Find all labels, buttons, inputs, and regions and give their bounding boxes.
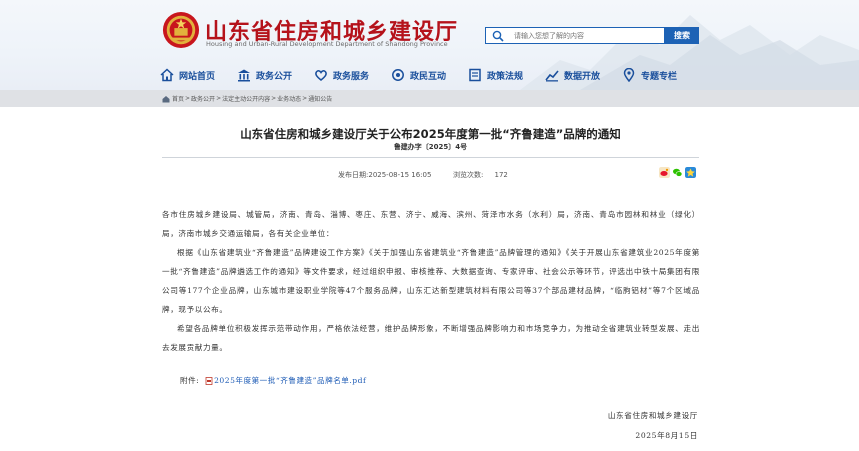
pin-icon (623, 68, 635, 82)
nav-label: 政民互动 (410, 71, 447, 82)
nav-item-interaction[interactable]: 政民互动 (391, 66, 446, 84)
nav-item-gov-services[interactable]: 政务服务 (314, 66, 369, 84)
attachment-link[interactable]: 2025年度第一批“齐鲁建造”品牌名单.pdf (214, 375, 366, 386)
signature-org: 山东省住房和城乡建设厅 (607, 411, 698, 420)
breadcrumb: 首页 > 政务公开 > 法定主动公开内容 > 业务动态 > 通知公告 (162, 94, 332, 103)
article-body: 各市住房城乡建设局、城管局，济南、青岛、淄博、枣庄、东营、济宁、威海、滨州、菏泽… (162, 205, 700, 357)
breadcrumb-item[interactable]: 业务动态 (277, 94, 301, 103)
view-count: 浏览次数: 172 (453, 170, 508, 180)
pdf-file-icon (205, 376, 213, 385)
national-emblem-icon (162, 11, 200, 49)
search-input[interactable] (514, 29, 660, 42)
nav-label: 政策法规 (487, 71, 524, 82)
publish-date: 发布日期:2025-08-15 16:05 (338, 170, 431, 180)
nav-label: 政务服务 (333, 71, 370, 82)
building-icon (238, 69, 250, 82)
nav-item-home[interactable]: 网站首页 (160, 66, 215, 84)
views-value: 172 (494, 171, 508, 179)
views-label: 浏览次数: (453, 171, 484, 179)
article-title: 山东省住房和城乡建设厅关于公布2025年度第一批“齐鲁建造”品牌的通知 (240, 127, 621, 141)
qzone-share-icon[interactable] (685, 167, 696, 178)
site-header: 山东省住房和城乡建设厅 Housing and Urban-Rural Deve… (0, 0, 859, 90)
chat-icon (392, 69, 404, 81)
home-icon (160, 68, 174, 82)
hands-icon (315, 70, 327, 81)
paragraph: 希望各品牌单位积极发挥示范带动作用，严格依法经营，维护品牌形象，不断增强品牌影响… (162, 324, 700, 352)
site-subtitle: Housing and Urban-Rural Development Depa… (206, 40, 448, 48)
breadcrumb-bar: 首页 > 政务公开 > 法定主动公开内容 > 业务动态 > 通知公告 (0, 90, 859, 107)
search-icon (492, 30, 504, 42)
divider (162, 157, 699, 158)
nav-item-special[interactable]: 专题专栏 (622, 66, 677, 84)
nav-label: 网站首页 (179, 71, 216, 82)
chart-icon (545, 70, 559, 82)
attachment-label: 附件: (180, 376, 200, 385)
weibo-share-icon[interactable] (659, 167, 670, 178)
gavel-icon (469, 68, 481, 82)
paragraph-salutation: 各市住房城乡建设局、城管局，济南、青岛、淄博、枣庄、东营、济宁、威海、滨州、菏泽… (162, 210, 700, 238)
document-number: 鲁建办字〔2025〕4号 (393, 143, 468, 151)
wechat-share-icon[interactable] (672, 167, 683, 178)
paragraph: 根据《山东省建筑业“齐鲁建造”品牌建设工作方案》《关于加强山东省建筑业“齐鲁建造… (162, 248, 700, 314)
breadcrumb-item[interactable]: 首页 (172, 94, 184, 103)
search-button[interactable]: 搜索 (665, 27, 699, 44)
nav-item-data[interactable]: 数据开放 (545, 66, 600, 84)
publish-label: 发布日期: (338, 171, 369, 179)
breadcrumb-item[interactable]: 法定主动公开内容 (222, 94, 270, 103)
breadcrumb-item[interactable]: 通知公告 (308, 94, 332, 103)
search-box (485, 27, 665, 44)
nav-item-gov-affairs[interactable]: 政务公开 (237, 66, 292, 84)
nav-label: 政务公开 (256, 71, 293, 82)
nav-label: 数据开放 (564, 71, 601, 82)
home-icon (162, 95, 170, 102)
publish-value: 2025-08-15 16:05 (368, 171, 432, 179)
nav-label: 专题专栏 (641, 71, 678, 82)
nav-item-policy[interactable]: 政策法规 (468, 66, 523, 84)
attachment: 附件: 2025年度第一批“齐鲁建造”品牌名单.pdf (180, 375, 366, 386)
breadcrumb-item[interactable]: 政务公开 (191, 94, 215, 103)
signature-date: 2025年8月15日 (635, 431, 698, 440)
